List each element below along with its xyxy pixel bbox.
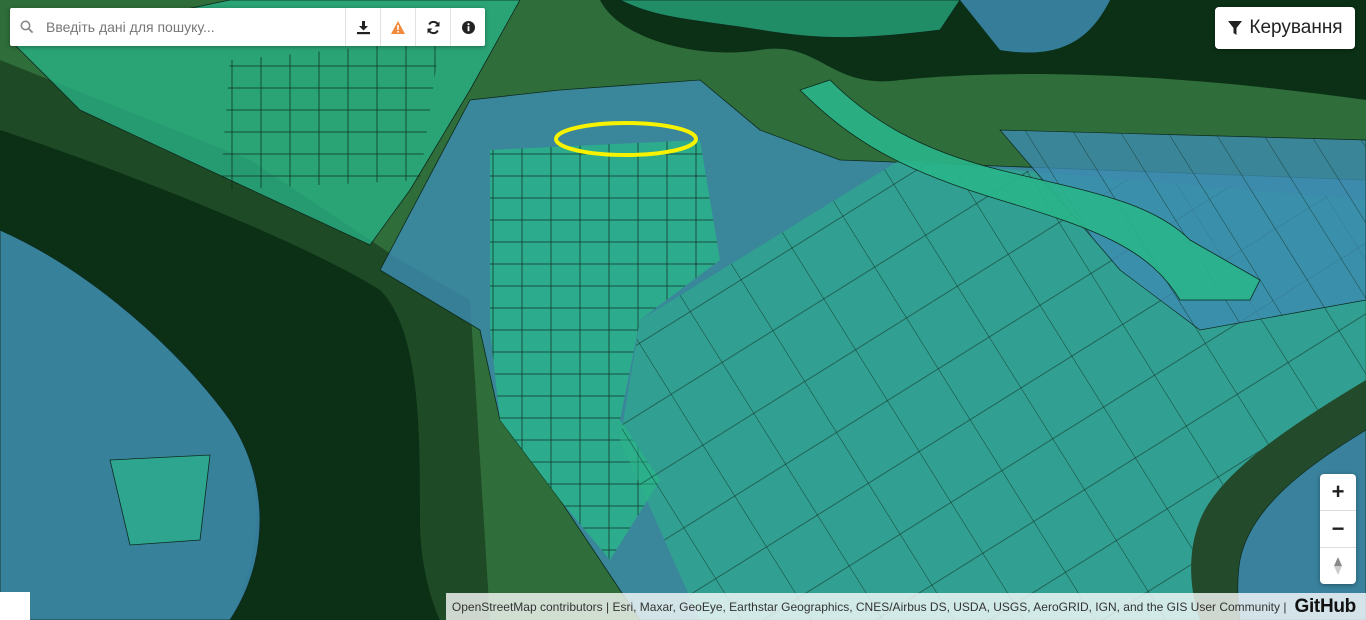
parcel-top-left-grid — [220, 40, 440, 190]
zoom-in-button[interactable]: + — [1320, 474, 1356, 511]
map-canvas[interactable] — [0, 0, 1366, 620]
zoom-out-button[interactable]: − — [1320, 511, 1356, 548]
corner-box — [0, 592, 30, 620]
filter-icon — [1228, 21, 1243, 35]
github-link[interactable]: GitHub — [1294, 596, 1356, 618]
download-button[interactable] — [345, 8, 380, 46]
control-label: Керування — [1249, 17, 1343, 38]
zoom-controls: + − — [1320, 474, 1356, 584]
download-icon — [356, 20, 370, 34]
info-icon — [461, 20, 475, 34]
info-button[interactable] — [450, 8, 485, 46]
compass-icon — [1334, 557, 1342, 575]
refresh-button[interactable] — [415, 8, 450, 46]
control-button[interactable]: Керування — [1215, 7, 1355, 49]
reset-north-button[interactable] — [1320, 548, 1356, 584]
search-icon — [10, 20, 44, 34]
attribution-text: OpenStreetMap contributors | Esri, Maxar… — [451, 599, 1287, 614]
warning-button[interactable] — [380, 8, 415, 46]
search-bar — [10, 8, 485, 46]
warning-icon — [391, 20, 405, 34]
refresh-icon — [427, 20, 439, 34]
map-attribution: OpenStreetMap contributors | Esri, Maxar… — [445, 593, 1366, 620]
search-input[interactable] — [44, 11, 345, 43]
